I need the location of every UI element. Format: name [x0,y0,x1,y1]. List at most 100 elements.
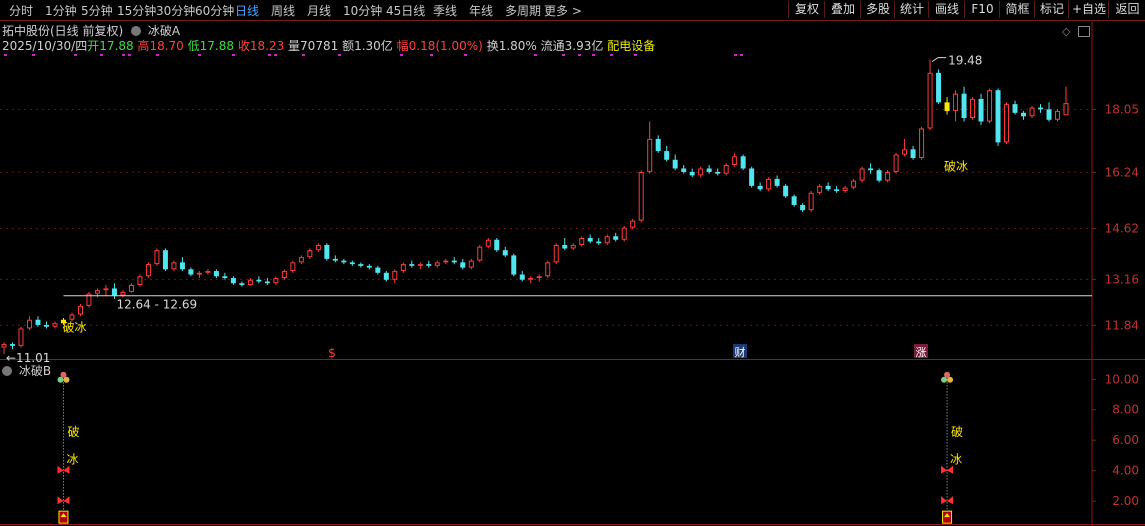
event-dot-marker [128,54,131,56]
sub-y-tick-label-0: 10.00 [1105,372,1139,386]
event-dot-marker [740,54,743,56]
event-dot-marker [634,54,637,56]
candle-body [188,269,194,275]
event-dot-marker [74,54,77,56]
y-tick-label-3: 13.16 [1105,272,1139,286]
candle-body [94,290,100,294]
candle-body [1055,111,1061,120]
candle-body [553,244,559,263]
event-dot-marker [534,54,537,56]
candle-body [69,314,75,320]
candle-body [298,257,304,263]
candle-body [400,264,406,272]
candle-body [222,276,228,279]
event-dot-marker [198,54,201,56]
candle-body [800,204,806,211]
candle-body [18,328,24,346]
candle-body [757,185,763,190]
y-tick-label-2: 14.62 [1105,222,1139,236]
up-arrow-box-icon [942,510,953,524]
candle-body [35,319,41,325]
candle-body [1029,107,1035,117]
candle-body [987,90,993,122]
candle-body [120,291,126,296]
candle-body [392,271,398,280]
candle-body [630,220,636,228]
candle-body [868,168,874,171]
candle-body [111,288,117,296]
sub-y-tick-label-1: 8.00 [1112,403,1139,417]
signal-ball-icon [944,371,951,378]
up-arrow-box-icon [58,510,69,524]
candle-body [944,102,950,112]
event-dot-marker [302,54,305,56]
candle-body [638,171,644,221]
candle-body [1004,104,1010,143]
candle-body [52,323,58,327]
candle-body [970,98,976,119]
candle-body [791,196,797,205]
candle-body [1,344,7,348]
candle-body [366,265,372,268]
candle-body [179,262,185,270]
candle-body [494,239,500,251]
candle-body [698,168,704,176]
candle-body [239,283,245,285]
candle-body [902,149,908,155]
candle-body [927,72,933,129]
candle-body [613,236,619,240]
candle-body [511,255,517,275]
candle-body [536,276,542,279]
candle-body [1012,104,1018,113]
candle-body [1046,109,1052,120]
candle-body [485,239,491,247]
event-dot-marker [430,54,433,56]
candle-body [434,262,440,266]
sub-y-tick-label-2: 6.00 [1112,433,1139,447]
candle-body [196,272,202,275]
candle-body [477,246,483,261]
candle-body [740,156,746,169]
candle-body [672,159,678,169]
candle-body [545,262,551,277]
event-dot-marker [400,54,403,56]
candle-body [732,156,738,165]
support-label: 12.64 - 12.69 [116,298,197,312]
sub-text-po: 破 [67,424,79,439]
candle-body [171,262,177,270]
candle-body [154,250,160,265]
candle-body [26,319,32,329]
kline-chart[interactable]: 18.0516.2414.6213.1611.84 12.64 - 12.69←… [0,0,1145,526]
candle-body [859,168,865,181]
signal-ball-icon [947,376,954,383]
event-dot-marker [734,54,737,56]
candle-body [460,262,466,268]
candle-body [715,171,721,174]
signal-ball-icon [57,376,64,383]
candle-body [349,262,355,265]
candle-body [774,178,780,186]
candle-body [808,192,814,211]
candle-body [723,164,729,174]
event-dot-marker [578,54,581,56]
candle-body [995,90,1001,143]
sub-y-tick-label-3: 4.00 [1112,464,1139,478]
candle-body [851,180,857,188]
candle-body [596,241,602,244]
candle-body [885,171,891,181]
candle-body [307,250,313,258]
candle-body [468,260,474,268]
candle-body [137,276,143,285]
dollar-marker: $ [328,346,336,360]
collapse-chevron-icon[interactable] [2,366,12,376]
candle-body [290,262,296,272]
candle-body [562,244,568,249]
candle-body [519,274,525,280]
candle-body [1063,103,1069,116]
sub-indicator-name[interactable]: 冰破B [19,364,51,378]
candle-body [893,154,899,172]
finance-marker: 财 [735,345,746,359]
candle-body [247,279,253,285]
candle-body [230,278,236,284]
candle-body [426,264,432,266]
